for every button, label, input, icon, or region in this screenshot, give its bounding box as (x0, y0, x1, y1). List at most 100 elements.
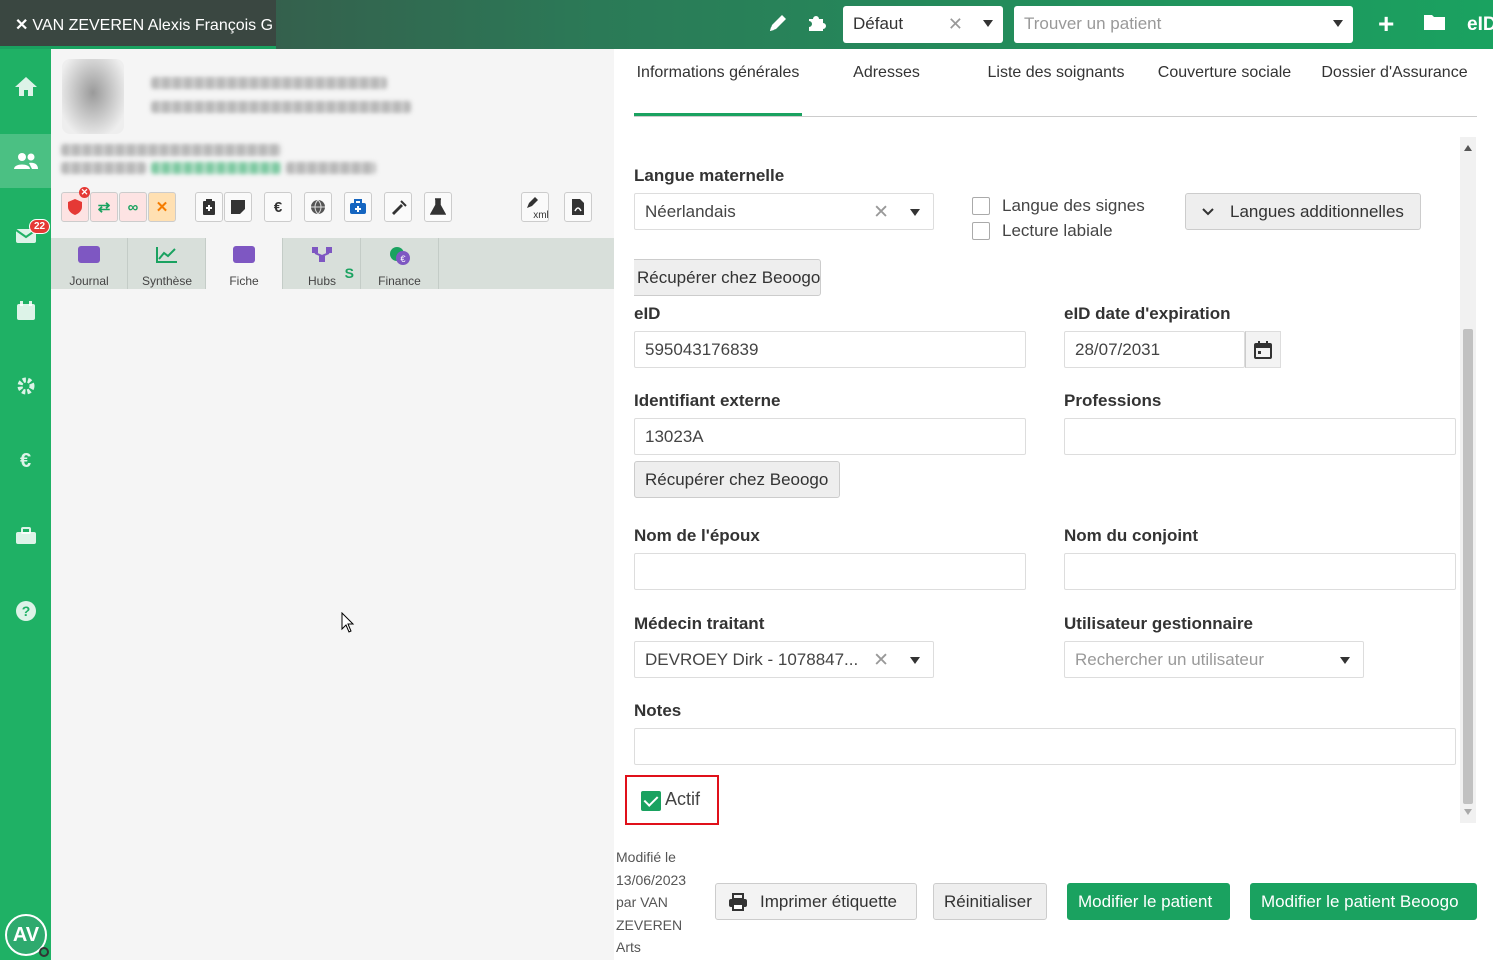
profile-select-value: Défaut (853, 14, 904, 33)
clear-icon[interactable]: ✕ (948, 14, 963, 35)
eid-input[interactable]: 595043176839 (634, 331, 1026, 368)
identifiant-externe-value: 13023A (645, 427, 704, 446)
tab-fiche[interactable]: Fiche (206, 238, 283, 289)
tab-dossier-assurance[interactable]: Dossier d'Assurance (1316, 49, 1473, 116)
chart-icon (156, 246, 178, 263)
left-nav: 22 € ? (0, 49, 51, 960)
chevron-down-icon (1202, 208, 1214, 216)
calendar-icon[interactable] (0, 284, 51, 338)
modifier-patient-beoogo-label: Modifier le patient Beoogo (1261, 892, 1459, 911)
tab-informations-generales[interactable]: Informations générales (634, 49, 802, 116)
patient-form: Informations générales Adresses Liste de… (614, 49, 1493, 960)
eid-expiration-value: 28/07/2031 (1075, 340, 1161, 359)
chevron-down-icon[interactable] (1333, 20, 1343, 27)
modifier-patient-beoogo-button[interactable]: Modifier le patient Beoogo (1250, 883, 1477, 920)
toolbox-icon[interactable] (0, 509, 51, 563)
patient-tabs: Journal Synthèse Fiche Hubs S € Finance (51, 238, 614, 289)
svg-text:€: € (400, 254, 405, 264)
modifier-patient-button[interactable]: Modifier le patient (1067, 883, 1230, 920)
syringe-icon[interactable] (384, 192, 412, 222)
link-icon[interactable]: ∞ (119, 192, 147, 222)
notes-input[interactable] (634, 728, 1456, 765)
notes-label: Notes (634, 701, 682, 720)
home-icon[interactable] (0, 59, 51, 113)
patient-name-blurred (151, 77, 387, 89)
help-icon[interactable]: ? (0, 584, 51, 638)
patient-tab[interactable]: ✕ VAN ZEVEREN Alexis François G (0, 0, 276, 49)
chevron-down-icon[interactable] (910, 657, 920, 664)
pdf-icon[interactable] (564, 192, 592, 222)
tab-couverture-sociale[interactable]: Couverture sociale (1152, 49, 1297, 116)
patient-tab-label: VAN ZEVEREN Alexis François G (32, 17, 274, 34)
xml-export-icon[interactable]: xml (521, 192, 549, 222)
actif-checkbox[interactable] (641, 791, 661, 811)
form-scrollbar[interactable] (1460, 137, 1476, 823)
tab-synthese[interactable]: Synthèse (129, 238, 206, 289)
scroll-up-icon[interactable] (1464, 145, 1472, 151)
recuperer-beoogo-button-2[interactable]: Récupérer chez Beoogo (634, 461, 840, 498)
euro-icon[interactable]: € (0, 434, 51, 488)
tab-adresses[interactable]: Adresses (829, 49, 944, 116)
eid-button[interactable]: eID (1467, 14, 1493, 36)
scroll-down-icon[interactable] (1464, 809, 1472, 815)
lecture-labiale-label: Lecture labiale (1002, 221, 1113, 240)
sticky-note-icon[interactable] (224, 192, 252, 222)
epoux-input[interactable] (634, 553, 1026, 590)
tabs-divider (634, 116, 1477, 117)
xml-label: xml (533, 210, 549, 221)
pencil-icon[interactable] (767, 12, 789, 40)
imprimer-etiquette-button[interactable]: Imprimer étiquette (715, 883, 917, 920)
langue-signes-checkbox[interactable] (972, 197, 990, 215)
patient-mobile-blurred (286, 162, 376, 174)
clipboard-medical-icon[interactable] (195, 192, 223, 222)
langue-select[interactable]: Néerlandais ✕ (634, 193, 934, 230)
puzzle-icon[interactable] (805, 12, 827, 40)
folder-icon[interactable] (1423, 12, 1447, 38)
tab-finance[interactable]: € Finance (361, 238, 439, 289)
tab-hubs[interactable]: Hubs S (284, 238, 361, 289)
conjoint-input[interactable] (1064, 553, 1456, 590)
settings-icon[interactable] (0, 359, 51, 413)
patient-photo (62, 59, 124, 134)
identifiant-externe-input[interactable]: 13023A (634, 418, 1026, 455)
patients-icon[interactable] (0, 134, 51, 188)
patient-search[interactable]: Trouver un patient (1014, 6, 1353, 43)
flask-icon[interactable] (424, 192, 452, 222)
transfer-icon[interactable]: ✕ (148, 192, 176, 222)
profile-select[interactable]: Défaut ✕ (843, 6, 1003, 43)
professions-input[interactable] (1064, 418, 1456, 455)
langue-signes-label: Langue des signes (1002, 196, 1145, 215)
globe-icon[interactable] (304, 192, 332, 222)
patient-email-blurred (151, 162, 281, 174)
eid-label: eID (634, 304, 661, 323)
scroll-thumb[interactable] (1463, 329, 1473, 804)
chevron-down-icon[interactable] (1340, 657, 1350, 664)
modifier-patient-label: Modifier le patient (1078, 892, 1213, 911)
gestionnaire-select[interactable]: Rechercher un utilisateur (1064, 641, 1364, 678)
eid-expiration-input[interactable]: 28/07/2031 (1064, 331, 1245, 368)
clear-icon[interactable]: ✕ (873, 649, 889, 672)
hubs-status-badge: S (344, 265, 354, 281)
tab-liste-soignants[interactable]: Liste des soignants (976, 49, 1136, 116)
recuperer-beoogo-button-1[interactable]: Récupérer chez Beoogo (634, 259, 821, 296)
tab-journal[interactable]: Journal (51, 238, 128, 289)
modif-line: Modifié le (616, 849, 676, 865)
reinitialiser-label: Réinitialiser (944, 892, 1032, 911)
chevron-down-icon[interactable] (983, 20, 993, 27)
clear-icon[interactable]: ✕ (873, 201, 889, 224)
mail-icon[interactable]: 22 (0, 209, 51, 263)
langues-additionnelles-button[interactable]: Langues additionnelles (1185, 193, 1421, 230)
plus-icon[interactable]: + (1378, 8, 1394, 40)
chevron-down-icon[interactable] (910, 209, 920, 216)
lecture-labiale-checkbox[interactable] (972, 222, 990, 240)
status-dot (39, 947, 49, 957)
medical-case-icon[interactable] (344, 192, 372, 222)
close-icon[interactable]: ✕ (15, 17, 28, 34)
reinitialiser-button[interactable]: Réinitialiser (933, 883, 1047, 920)
euro-icon[interactable]: € (264, 192, 292, 222)
medecin-traitant-select[interactable]: DEVROEY Dirk - 1078847... ✕ (634, 641, 934, 678)
sync-icon[interactable]: ⇄ (90, 192, 118, 222)
mail-badge: 22 (29, 219, 51, 234)
langue-value: Néerlandais (645, 202, 736, 221)
calendar-icon[interactable] (1245, 331, 1281, 368)
